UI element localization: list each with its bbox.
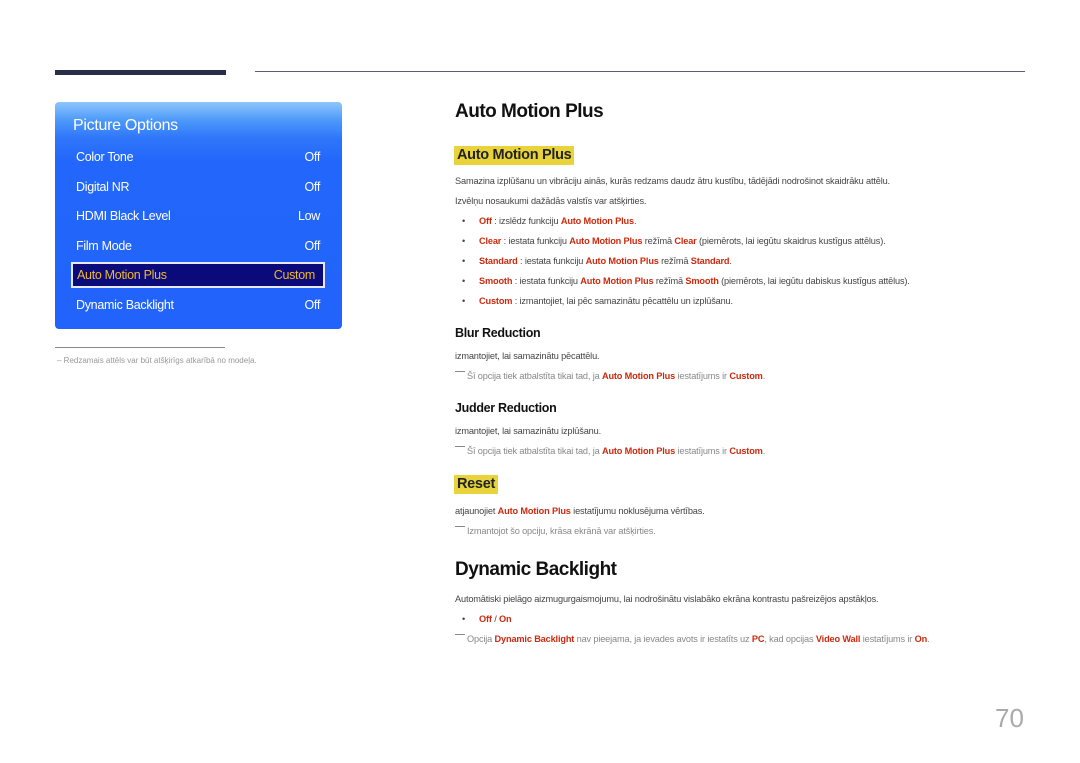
reset-desc: atjaunojiet Auto Motion Plus iestatījumu…: [455, 506, 705, 516]
section-title-dynamic-backlight: Dynamic Backlight: [455, 559, 617, 580]
footnote: – Redzamais attēls var būt atšķirīgs atk…: [57, 356, 257, 365]
menu-item-label: Film Mode: [76, 239, 132, 253]
menu-item-value: Low: [297, 209, 320, 223]
menu-item-label: Auto Motion Plus: [77, 268, 167, 282]
menu-item-film-mode[interactable]: Film Mode Off: [71, 233, 325, 259]
option-custom: • Custom : izmantojiet, lai pēc samazināt…: [462, 296, 733, 306]
reset-title: Reset: [454, 475, 498, 494]
option-smooth: • Smooth : iestata funkciju Auto Motion P…: [462, 276, 910, 286]
judder-reduction-note: Šī opcija tiek atbalstīta tikai tad, ja …: [455, 446, 765, 456]
menu-item-value: Off: [304, 298, 320, 312]
menu-title: Picture Options: [73, 117, 178, 134]
menu-item-dynamic-backlight[interactable]: Dynamic Backlight Off: [71, 292, 325, 318]
option-clear: • Clear : iestata funkciju Auto Motion Pl…: [462, 236, 886, 246]
picture-options-menu: Picture Options Color Tone Off Digital N…: [55, 102, 342, 329]
section-title-auto-motion-plus: Auto Motion Plus: [455, 101, 604, 122]
menu-item-value: Custom: [273, 268, 316, 282]
blur-reduction-title: Blur Reduction: [455, 326, 541, 340]
option-off: • Off : izslēdz funkciju Auto Motion Plus…: [462, 216, 637, 226]
menu-item-value: Off: [304, 239, 320, 253]
menu-item-digital-nr[interactable]: Digital NR Off: [71, 174, 325, 200]
menu-item-hdmi-black-level[interactable]: HDMI Black Level Low: [71, 203, 325, 229]
menu-item-value: Off: [304, 150, 320, 164]
description: Samazina izplūšanu un vibrāciju ainās, k…: [455, 176, 890, 186]
dynamic-backlight-options: • Off / On: [462, 614, 512, 624]
menu-item-label: Digital NR: [76, 180, 130, 194]
menu-item-label: Dynamic Backlight: [76, 298, 174, 312]
menu-item-value: Off: [304, 180, 320, 194]
footnote-rule: [55, 347, 225, 348]
judder-reduction-desc: izmantojiet, lai samazinātu izplūšanu.: [455, 426, 601, 436]
reset-note: Izmantojot šo opciju, krāsa ekrānā var a…: [455, 526, 656, 536]
option-standard: • Standard : iestata funkciju Auto Motion…: [462, 256, 732, 266]
page-number: 70: [995, 703, 1024, 733]
dynamic-backlight-note: Opcija Dynamic Backlight nav pieejama, j…: [455, 634, 930, 644]
menu-item-color-tone[interactable]: Color Tone Off: [71, 144, 325, 170]
menu-item-auto-motion-plus[interactable]: Auto Motion Plus Custom: [71, 262, 325, 288]
menu-item-label: HDMI Black Level: [76, 209, 171, 223]
judder-reduction-title: Judder Reduction: [455, 401, 557, 415]
blur-reduction-note: Šī opcija tiek atbalstīta tikai tad, ja …: [455, 371, 765, 381]
description: Izvēlņu nosaukumi dažādās valstīs var at…: [455, 196, 647, 206]
blur-reduction-desc: izmantojiet, lai samazinātu pēcattēlu.: [455, 351, 600, 361]
subsection-title-auto-motion-plus: Auto Motion Plus: [454, 146, 575, 165]
header-bar-accent: [55, 70, 226, 75]
header-rule: [255, 71, 1025, 72]
dynamic-backlight-desc: Automātiski pielāgo aizmugurgaismojumu, …: [455, 594, 879, 604]
menu-item-label: Color Tone: [76, 150, 134, 164]
